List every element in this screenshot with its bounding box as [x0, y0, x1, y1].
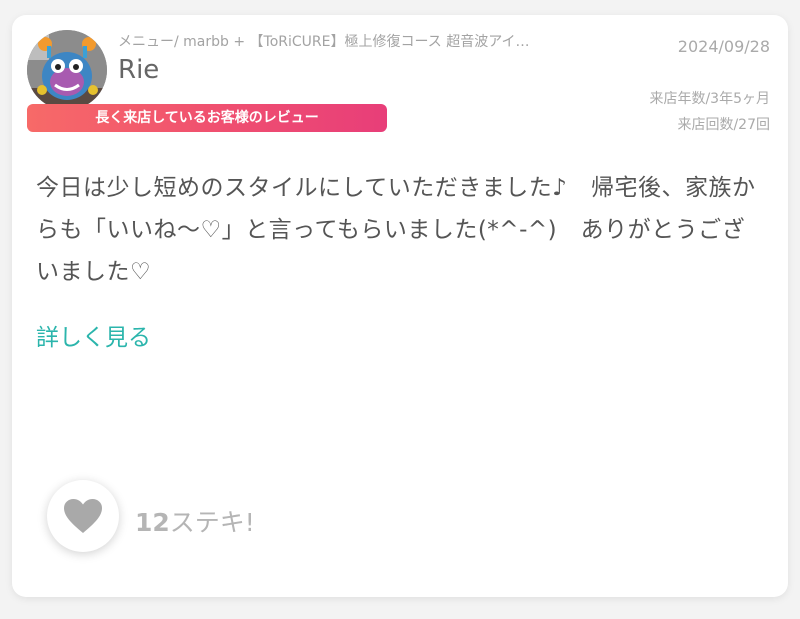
menu-name: メニュー/ marbb + 【ToRiCURE】極上修復コース 超音波アイ…: [118, 34, 530, 50]
read-more-link[interactable]: 詳しく見る: [36, 318, 151, 352]
visit-count: 来店回数/27回: [677, 117, 770, 133]
like-button[interactable]: [47, 480, 119, 552]
user-avatar: [27, 30, 107, 110]
review-card: メニュー/ marbb + 【ToRiCURE】極上修復コース 超音波アイ… R…: [12, 15, 788, 597]
likes-summary: 12ステキ!: [135, 503, 255, 539]
review-date: 2024/09/28: [677, 37, 770, 56]
likes-count: 12: [135, 508, 170, 537]
loyal-customer-badge: 長く来店しているお客様のレビュー: [27, 104, 387, 132]
heart-icon: [64, 499, 102, 533]
monster-plush-avatar-icon: [27, 30, 107, 110]
visit-years: 来店年数/3年5ヶ月: [649, 91, 770, 107]
review-body: 今日は少し短めのスタイルにしていただきました♪ 帰宅後、家族からも「いいね〜♡」…: [36, 175, 756, 285]
likes-label: ステキ!: [169, 508, 255, 537]
user-name: Rie: [118, 55, 160, 85]
